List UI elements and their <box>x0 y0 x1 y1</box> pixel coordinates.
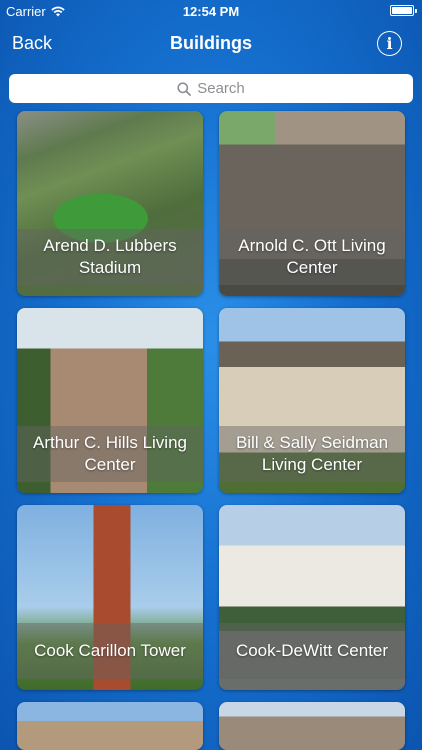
status-bar: Carrier 12:54 PM <box>0 0 422 22</box>
page-title: Buildings <box>170 33 252 53</box>
search-icon <box>177 81 192 96</box>
building-tile-ott-living-center[interactable]: Arnold C. Ott Living Center <box>219 111 405 296</box>
building-tile-cook-dewitt-center[interactable]: Cook-DeWitt Center <box>219 505 405 690</box>
search-input[interactable]: Search <box>9 74 413 103</box>
building-tile-partial[interactable] <box>17 702 203 750</box>
building-name: Bill & Sally Seidman Living Center <box>219 426 405 482</box>
building-name: Cook Carillon Tower <box>17 623 203 679</box>
building-tile-partial[interactable] <box>219 702 405 750</box>
battery-icon <box>390 5 417 16</box>
navigation-bar: Back Buildings i <box>0 22 422 66</box>
status-time: 12:54 PM <box>182 4 240 19</box>
info-icon[interactable]: i <box>377 31 402 56</box>
building-name: Arend D. Lubbers Stadium <box>17 229 203 285</box>
building-photo <box>219 702 405 750</box>
building-name: Arthur C. Hills Living Center <box>17 426 203 482</box>
building-tile-seidman-living-center[interactable]: Bill & Sally Seidman Living Center <box>219 308 405 493</box>
building-photo <box>17 702 203 750</box>
building-tile-lubbers-stadium[interactable]: Arend D. Lubbers Stadium <box>17 111 203 296</box>
building-tile-hills-living-center[interactable]: Arthur C. Hills Living Center <box>17 308 203 493</box>
building-name: Arnold C. Ott Living Center <box>219 229 405 285</box>
search-placeholder: Search <box>197 80 245 97</box>
building-name: Cook-DeWitt Center <box>219 623 405 679</box>
building-tile-cook-carillon-tower[interactable]: Cook Carillon Tower <box>17 505 203 690</box>
